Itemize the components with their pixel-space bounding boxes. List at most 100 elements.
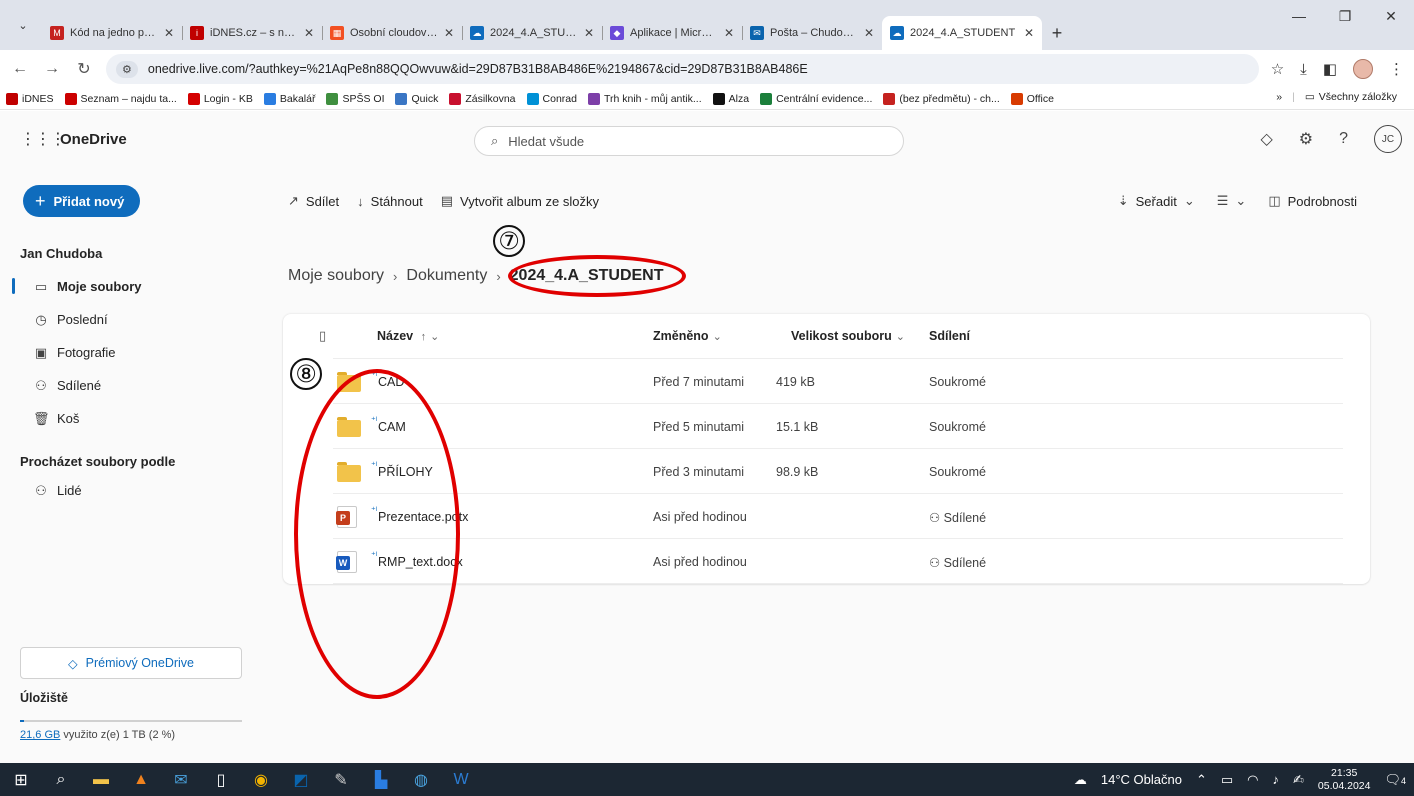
download-button[interactable]: ↓ Stáhnout: [357, 194, 423, 209]
forward-arrow-icon[interactable]: →: [42, 60, 62, 78]
sort-button[interactable]: ⇣ Seřadit ⌄: [1118, 193, 1195, 209]
tab-close-icon[interactable]: ✕: [1024, 26, 1034, 40]
file-explorer-icon[interactable]: ▬: [90, 769, 112, 791]
browser-tab[interactable]: ✉ Pošta – Chudoba Jan ✕: [742, 16, 882, 50]
bookmark-item[interactable]: Zásilkovna: [449, 92, 516, 105]
bookmark-item[interactable]: Office: [1010, 92, 1054, 105]
pen-icon[interactable]: ✍: [1293, 772, 1304, 788]
column-size[interactable]: Velikost souboru ⌄: [791, 329, 905, 343]
teams-icon[interactable]: ◍: [410, 769, 432, 791]
table-row[interactable]: ⁺ˡ CAD Před 7 minutami 419 kB Soukromé: [333, 359, 1343, 404]
wifi-icon[interactable]: ◠: [1247, 772, 1258, 788]
bookmark-item[interactable]: SPŠS OI: [326, 92, 384, 105]
side-panel-icon[interactable]: ◧: [1323, 60, 1337, 78]
search-input[interactable]: ⌕ Hledat všude: [474, 126, 904, 156]
bookmark-item[interactable]: Conrad: [526, 92, 577, 105]
chrome-icon[interactable]: ◉: [250, 769, 272, 791]
weather-icon[interactable]: ☁: [1074, 772, 1087, 788]
sidebar-item-4[interactable]: 🗑 Koš: [0, 402, 260, 435]
download-icon[interactable]: ⤓: [1300, 61, 1307, 78]
speaker-muted-icon[interactable]: ♪: [1273, 772, 1280, 787]
premium-onedrive-button[interactable]: ◇ Prémiový OneDrive: [20, 647, 242, 679]
share-button[interactable]: ↗ Sdílet: [288, 193, 339, 209]
column-sharing[interactable]: Sdílení: [929, 329, 970, 343]
bookmark-item[interactable]: Quick: [395, 92, 438, 105]
bookmark-item[interactable]: Seznam – najdu ta...: [64, 92, 177, 105]
breadcrumb-parent[interactable]: Dokumenty: [406, 267, 487, 285]
close-window-icon[interactable]: ✕: [1368, 0, 1414, 32]
taskbar-search-icon[interactable]: ⌕: [50, 769, 72, 791]
bookmark-star-icon[interactable]: ☆: [1271, 60, 1284, 78]
tab-close-icon[interactable]: ✕: [724, 26, 734, 40]
site-info-icon[interactable]: ⚙: [116, 60, 138, 78]
tab-close-icon[interactable]: ✕: [864, 26, 874, 40]
view-options-button[interactable]: ☰ ⌄: [1217, 193, 1247, 209]
app-launcher-icon[interactable]: ⋮⋮⋮: [20, 129, 66, 149]
vlc-icon[interactable]: ▲: [130, 769, 152, 791]
add-new-button[interactable]: + Přidat nový: [23, 185, 140, 217]
file-name[interactable]: CAD: [378, 375, 404, 389]
sidebar-item-0[interactable]: ▭ Moje soubory: [0, 270, 260, 303]
outlook-icon[interactable]: ◩: [290, 769, 312, 791]
sidebar-item-3[interactable]: ⚇ Sdílené: [0, 369, 260, 402]
mail-app-icon[interactable]: ✉: [170, 769, 192, 791]
premium-diamond-icon[interactable]: ◇: [1260, 129, 1272, 149]
tray-chevron-icon[interactable]: ⌃: [1196, 772, 1207, 788]
bookmark-item[interactable]: Bakalář: [263, 92, 315, 105]
browser-tab[interactable]: i iDNES.cz – s námi víte více ✕: [182, 16, 322, 50]
tab-close-icon[interactable]: ✕: [444, 26, 454, 40]
bookmark-item[interactable]: (bez předmětu) - ch...: [883, 92, 1000, 105]
tab-close-icon[interactable]: ✕: [584, 26, 594, 40]
create-album-button[interactable]: ▤ Vytvořit album ze složky: [441, 193, 599, 209]
new-tab-button[interactable]: +: [1042, 16, 1072, 50]
sidebar-item-1[interactable]: ◷ Poslední: [0, 303, 260, 336]
word-icon[interactable]: W: [450, 769, 472, 791]
browser-menu-icon[interactable]: ⋮: [1389, 60, 1404, 78]
browser-tab[interactable]: ▦ Osobní cloudové úlož ✕: [322, 16, 462, 50]
minimize-icon[interactable]: —: [1276, 0, 1322, 32]
paint-icon[interactable]: ✎: [330, 769, 352, 791]
browser-tab[interactable]: ☁ 2024_4.A_STUDENT ✕: [882, 16, 1042, 50]
bookmark-item[interactable]: Alza: [712, 92, 749, 105]
table-row[interactable]: ⁺ˡ CAM Před 5 minutami 15.1 kB Soukromé: [333, 404, 1343, 449]
settings-gear-icon[interactable]: ⚙: [1299, 129, 1313, 149]
clock[interactable]: 21:35 05.04.2024: [1318, 767, 1371, 793]
bookmark-item[interactable]: Trh knih - můj antik...: [587, 92, 702, 105]
bookmark-item[interactable]: Login - KB: [187, 92, 253, 105]
tab-search-chevron-icon[interactable]: ⌄: [8, 10, 38, 40]
sidebar-item-2[interactable]: ▣ Fotografie: [0, 336, 260, 369]
table-row[interactable]: ⁺ˡ PŘÍLOHY Před 3 minutami 98.9 kB Soukromé: [333, 449, 1343, 494]
app-title[interactable]: OneDrive: [60, 131, 127, 148]
restore-icon[interactable]: ❐: [1322, 0, 1368, 32]
breadcrumb-root[interactable]: Moje soubory: [288, 267, 384, 285]
file-name[interactable]: PŘÍLOHY: [378, 465, 433, 479]
table-row[interactable]: P ⁺ˡ Prezentace.potx Asi před hodinou ⚇ Sdíl…: [333, 494, 1343, 539]
column-modified[interactable]: Změněno ⌄: [653, 329, 722, 343]
windows-start-icon[interactable]: ⊞: [10, 769, 32, 791]
help-icon[interactable]: ?: [1339, 130, 1348, 148]
display-icon[interactable]: ▭: [1221, 772, 1233, 788]
app-shortcut-icon[interactable]: ▙: [370, 769, 392, 791]
column-name[interactable]: Název ↑ ⌄: [377, 329, 439, 343]
account-avatar[interactable]: JC: [1374, 125, 1402, 153]
tab-close-icon[interactable]: ✕: [164, 26, 174, 40]
sidebar-item-people[interactable]: ⚇ Lidé: [0, 474, 260, 507]
weather-text[interactable]: 14°C Oblačno: [1101, 772, 1182, 787]
bookmark-item[interactable]: iDNES: [6, 92, 54, 105]
back-arrow-icon[interactable]: ←: [10, 60, 30, 78]
table-row[interactable]: W ⁺ˡ RMP_text.docx Asi před hodinou ⚇ Sdílen…: [333, 539, 1343, 584]
browser-tab[interactable]: ◆ Aplikace | Microsoft ✕: [602, 16, 742, 50]
file-name[interactable]: Prezentace.potx: [378, 510, 468, 524]
browser-tab[interactable]: ☁ 2024_4.A_STUDENT ✕: [462, 16, 602, 50]
notepad-icon[interactable]: ▯: [210, 769, 232, 791]
browser-tab[interactable]: M Kód na jedno použití ✕: [42, 16, 182, 50]
details-button[interactable]: ◫ Podrobnosti: [1268, 193, 1357, 209]
storage-used-link[interactable]: 21,6 GB: [20, 729, 60, 741]
tab-close-icon[interactable]: ✕: [304, 26, 314, 40]
url-field[interactable]: ⚙ onedrive.live.com/?authkey=%21AqPe8n88…: [106, 54, 1259, 84]
bookmark-item[interactable]: Centrální evidence...: [760, 92, 872, 105]
notifications-icon[interactable]: 🗨4: [1384, 772, 1406, 788]
file-name[interactable]: RMP_text.docx: [378, 555, 463, 569]
profile-avatar[interactable]: [1353, 59, 1373, 79]
file-name[interactable]: CAM: [378, 420, 406, 434]
